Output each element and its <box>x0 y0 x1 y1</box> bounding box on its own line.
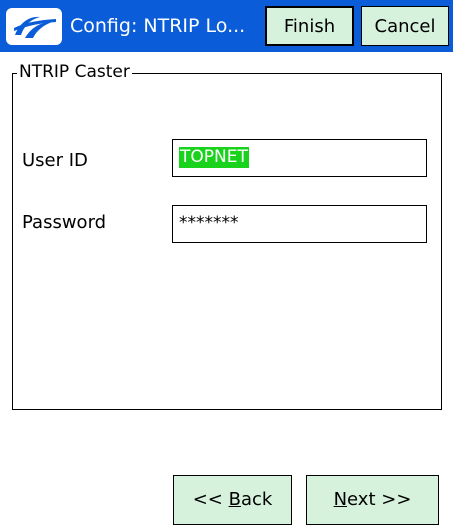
back-mnemonic: B <box>228 489 241 510</box>
password-value: ******* <box>179 213 239 233</box>
password-label: Password <box>22 212 107 233</box>
user-id-label: User ID <box>22 150 88 171</box>
window-title: Config: NTRIP Lo... <box>70 15 246 37</box>
password-input[interactable]: ******* <box>172 205 427 243</box>
back-rest: ack <box>240 489 273 510</box>
next-mnemonic: N <box>333 489 348 510</box>
group-title: NTRIP Caster <box>17 61 132 83</box>
next-rest: ext >> <box>347 489 412 510</box>
user-id-input[interactable]: TOPNET <box>172 139 427 177</box>
title-bar: Config: NTRIP Lo... Finish Cancel <box>0 0 453 52</box>
back-prefix: << <box>192 489 229 510</box>
finish-button[interactable]: Finish <box>265 6 354 46</box>
cancel-button[interactable]: Cancel <box>361 6 449 46</box>
app-logo-icon[interactable] <box>6 8 62 45</box>
next-button[interactable]: Next >> <box>306 475 439 525</box>
user-id-value: TOPNET <box>179 147 249 168</box>
back-button[interactable]: << Back <box>173 475 292 525</box>
